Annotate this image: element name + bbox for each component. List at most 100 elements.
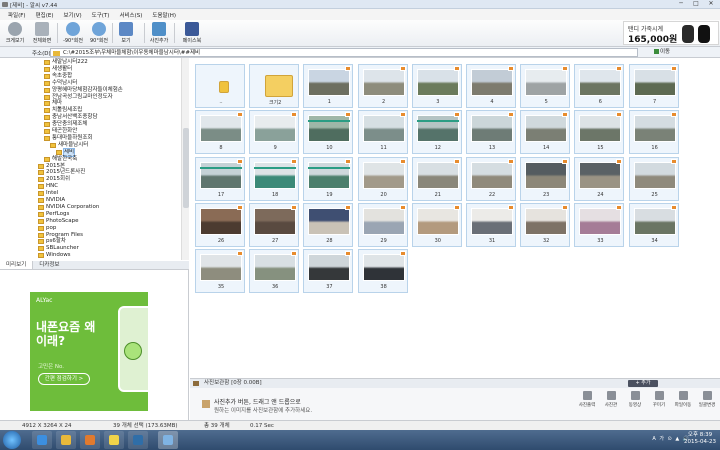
photo-thumbnail[interactable]: 35 bbox=[195, 249, 245, 294]
photo-thumbnail[interactable]: 32 bbox=[520, 202, 571, 247]
photo-thumbnail[interactable]: 18 bbox=[249, 156, 300, 201]
folder-icon bbox=[38, 225, 44, 231]
view-icon bbox=[119, 22, 133, 36]
photo-thumbnail[interactable]: 23 bbox=[520, 156, 571, 201]
holder-add-button[interactable]: + 추가 bbox=[628, 380, 658, 387]
toolbar-fullscreen-button[interactable]: 전체화면 bbox=[29, 21, 55, 45]
photo-thumbnail[interactable]: 38 bbox=[357, 249, 408, 294]
menu-edit[interactable]: 편집(E) bbox=[31, 11, 59, 19]
go-button[interactable]: 이동 bbox=[652, 48, 672, 57]
watch-ad-banner[interactable]: 탠디 가죽시계 165,000원 bbox=[623, 21, 719, 45]
photo-image bbox=[416, 207, 459, 235]
alyac-ad-banner[interactable]: ALYac 내폰요즘 왜이래? 고민은 No. 간편 점검하기 > bbox=[30, 292, 148, 411]
photo-thumbnail[interactable]: 37 bbox=[303, 249, 354, 294]
menu-tools[interactable]: 도구(T) bbox=[87, 11, 115, 19]
tree-item[interactable]: Windows bbox=[38, 252, 71, 259]
taskbar-ie[interactable] bbox=[32, 431, 52, 449]
menu-service[interactable]: 서비스(S) bbox=[114, 11, 147, 19]
photo-thumbnail[interactable]: 10 bbox=[303, 110, 354, 155]
video-button[interactable]: 동영상 bbox=[626, 391, 644, 408]
toolbar-rotate-right-button[interactable]: 90°회전 bbox=[86, 21, 112, 45]
photo-thumbnail[interactable]: 22 bbox=[466, 156, 516, 201]
image-type-icon bbox=[508, 158, 514, 164]
photo-thumbnail[interactable]: 25 bbox=[628, 156, 679, 201]
taskbar-explorer[interactable] bbox=[56, 431, 76, 449]
photo-thumbnail[interactable]: 6 bbox=[574, 64, 625, 108]
maximize-button[interactable]: □ bbox=[689, 0, 703, 8]
photo-thumbnail[interactable]: 13 bbox=[466, 110, 516, 155]
scrollbar-thumb[interactable] bbox=[183, 128, 189, 208]
photo-thumbnail[interactable]: 31 bbox=[466, 202, 516, 247]
parent-folder-item[interactable]: .. bbox=[195, 64, 245, 108]
photo-thumbnail[interactable]: 9 bbox=[249, 110, 300, 155]
tree-scrollbar[interactable] bbox=[181, 58, 189, 260]
image-type-icon bbox=[562, 158, 569, 164]
photo-thumbnail[interactable]: 21 bbox=[411, 156, 462, 201]
photo-thumbnail[interactable]: 28 bbox=[303, 202, 354, 247]
photo-thumbnail[interactable]: 1 bbox=[303, 64, 354, 108]
toolbar-enlarge-button[interactable]: 크게보기 bbox=[2, 21, 28, 45]
toolbar-facebook-button[interactable]: 페이스북 bbox=[177, 21, 207, 45]
photo-thumbnail[interactable]: 29 bbox=[357, 202, 408, 247]
photo-thumbnail[interactable]: 5 bbox=[520, 64, 571, 108]
taskbar-photoshop[interactable] bbox=[128, 431, 148, 449]
tab-camera-info[interactable]: 디카정보 bbox=[33, 261, 65, 269]
move-file-icon bbox=[678, 391, 688, 400]
minimize-button[interactable]: ─ bbox=[674, 0, 688, 8]
photo-thumbnail[interactable]: 19 bbox=[303, 156, 354, 201]
photo-thumbnail[interactable]: 36 bbox=[249, 249, 300, 294]
taskbar-alsee[interactable] bbox=[158, 431, 178, 449]
taskbar-media-player[interactable] bbox=[80, 431, 100, 449]
move-file-button[interactable]: 파일이동 bbox=[674, 391, 692, 408]
photo-thumbnail[interactable]: 34 bbox=[628, 202, 679, 247]
folder-tree: 새말남시터222 새생활터 속초중합 수덕남시터 양평혜마당체험감자들이체험손 전남곡성그… bbox=[0, 58, 189, 260]
photo-thumbnail[interactable]: 7 bbox=[628, 64, 679, 108]
menu-file[interactable]: 파일(F) bbox=[3, 11, 31, 19]
photo-image bbox=[633, 69, 676, 96]
photo-thumbnail[interactable]: 12 bbox=[411, 110, 462, 155]
menu-help[interactable]: 도움말(H) bbox=[147, 11, 181, 19]
photo-thumbnail[interactable]: 4 bbox=[466, 64, 516, 108]
taskbar-chat[interactable] bbox=[104, 431, 124, 449]
photo-thumbnail[interactable]: 33 bbox=[574, 202, 625, 247]
folder-icon bbox=[38, 239, 44, 245]
address-input[interactable]: C:\#2015조부\우체마을체험\이우동체마을남시터\##제비 bbox=[50, 48, 638, 57]
photo-thumbnail[interactable]: 14 bbox=[520, 110, 571, 155]
thumbnail-caption: 30 bbox=[434, 237, 441, 244]
image-type-icon bbox=[453, 158, 460, 164]
tab-preview[interactable]: 미리보기 bbox=[0, 261, 34, 269]
photo-thumbnail[interactable]: 30 bbox=[411, 202, 462, 247]
watch-image bbox=[698, 25, 710, 43]
photo-thumbnail[interactable]: 26 bbox=[195, 202, 245, 247]
check-now-button[interactable]: 간편 점검하기 > bbox=[38, 373, 90, 385]
photo-thumbnail[interactable]: 11 bbox=[357, 110, 408, 155]
close-button[interactable]: ✕ bbox=[704, 0, 718, 8]
photo-thumbnail[interactable]: 24 bbox=[574, 156, 625, 201]
thumbnail-caption: 6 bbox=[598, 99, 602, 105]
photo-thumbnail[interactable]: 8 bbox=[195, 110, 245, 155]
photo-thumbnail[interactable]: 3 bbox=[411, 64, 462, 108]
menu-view[interactable]: 보기(V) bbox=[58, 11, 86, 19]
photo-shop-button[interactable]: 사진관 bbox=[602, 391, 620, 408]
photo-thumbnail[interactable]: 17 bbox=[195, 156, 245, 201]
photo-thumbnail[interactable]: 16 bbox=[628, 110, 679, 155]
add-photo-icon bbox=[152, 22, 166, 36]
photo-thumbnail[interactable]: 27 bbox=[249, 202, 300, 247]
media-player-icon bbox=[85, 435, 95, 445]
photo-thumbnail[interactable]: 20 bbox=[357, 156, 408, 201]
print-button[interactable]: 사진출력 bbox=[578, 391, 596, 408]
toolbar-add-photo-button[interactable]: 사진추가 bbox=[146, 21, 172, 45]
photo-thumbnail[interactable]: 2 bbox=[357, 64, 408, 108]
clock[interactable]: 오후 8:39 2015-04-23 bbox=[684, 432, 716, 446]
photo-thumbnail[interactable]: 15 bbox=[574, 110, 625, 155]
start-button[interactable] bbox=[3, 431, 21, 449]
photo-image bbox=[362, 254, 405, 282]
toolbar-view-button[interactable]: 보기 bbox=[112, 21, 140, 45]
toolbar-rotate-left-button[interactable]: -90°회전 bbox=[60, 21, 86, 45]
batch-change-button[interactable]: 일괄변경 bbox=[698, 391, 716, 408]
decorate-button[interactable]: 꾸미기 bbox=[650, 391, 668, 408]
thumbnail-caption: 8 bbox=[219, 145, 223, 152]
folder-icon bbox=[44, 94, 50, 100]
image-type-icon bbox=[616, 112, 623, 118]
folder-item[interactable]: 크기2 bbox=[249, 64, 300, 108]
